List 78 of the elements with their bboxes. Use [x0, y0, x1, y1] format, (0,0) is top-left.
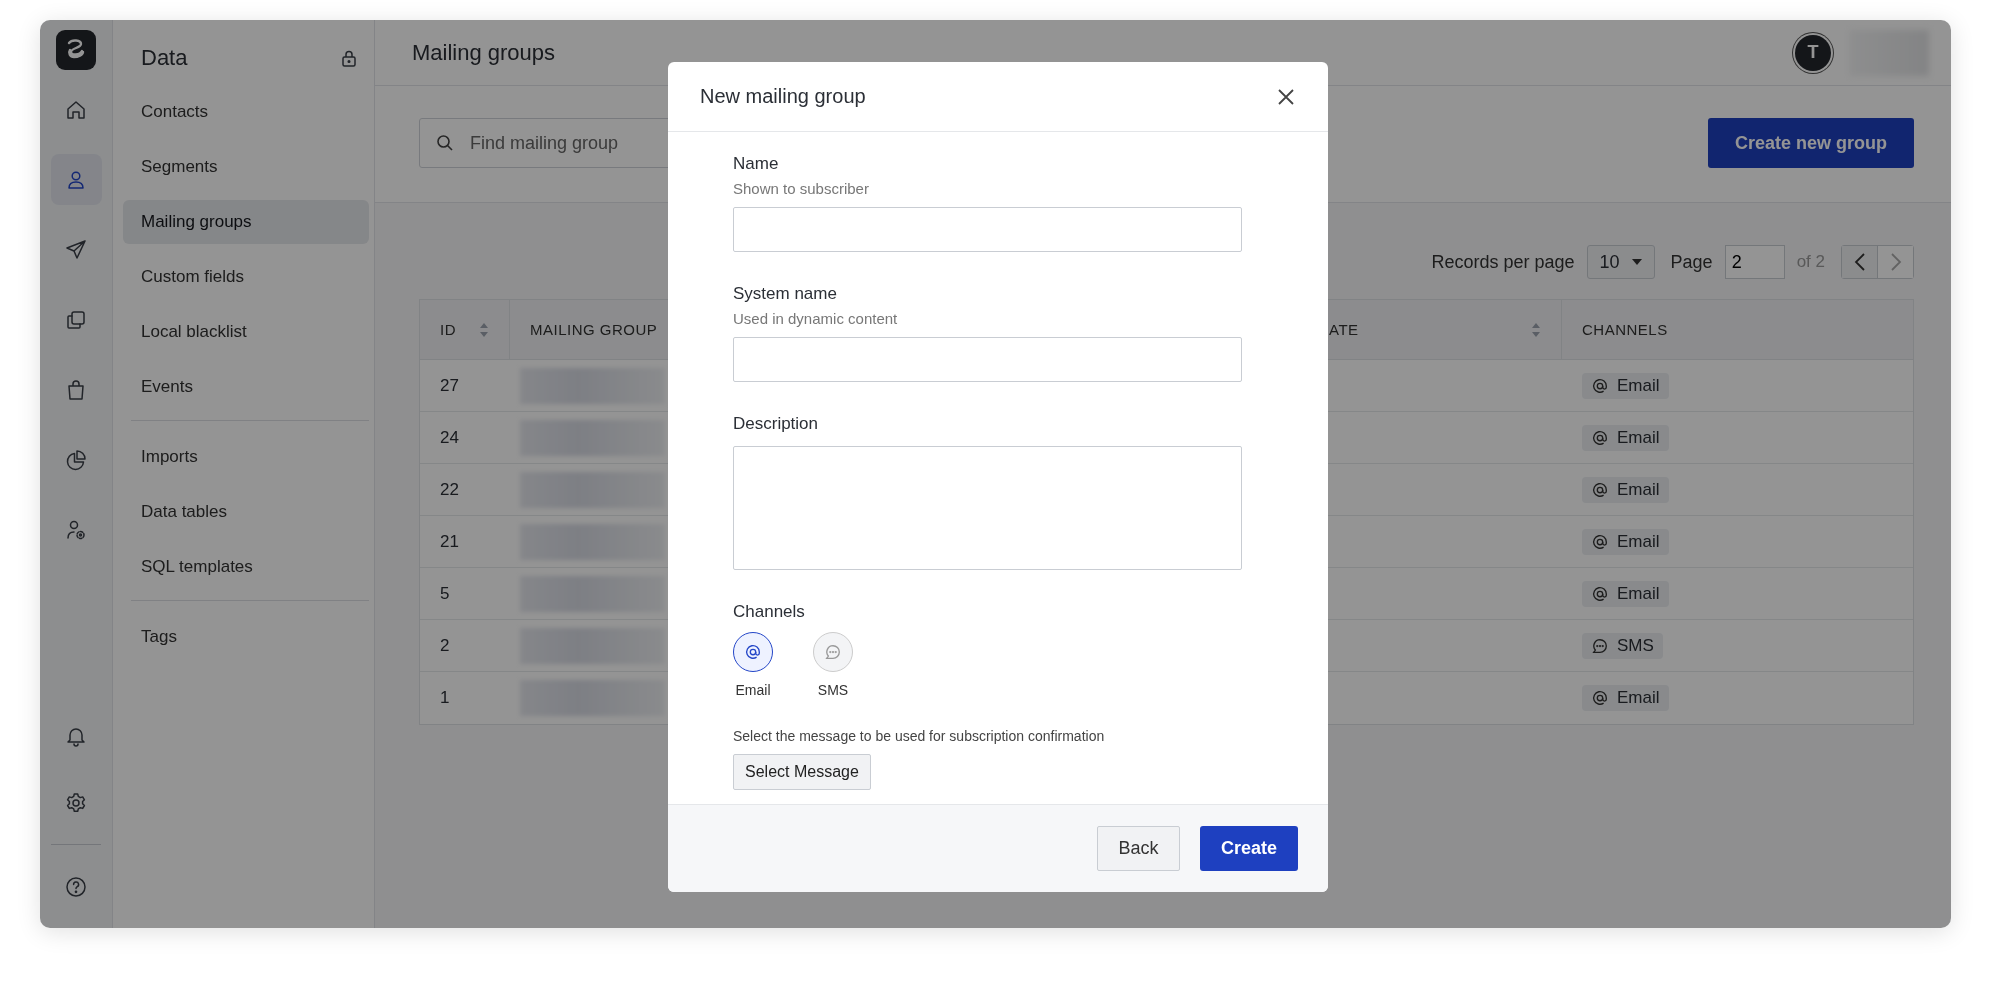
channel-option[interactable]: Email [733, 632, 773, 698]
sidebar-item[interactable]: Local blacklist [123, 310, 369, 354]
at-sign-icon [1591, 584, 1609, 603]
field-label: Channels [733, 602, 805, 622]
column-header[interactable]: CHANNELS [1562, 300, 1913, 360]
sidebar-item[interactable]: Events [123, 365, 369, 409]
field-label: Name [733, 154, 779, 174]
column-header[interactable]: ATE [1329, 300, 1562, 360]
channel-tag: Email [1582, 424, 1669, 451]
sidebar-item[interactable]: Imports [123, 435, 369, 479]
chevron-left-icon [1853, 252, 1866, 272]
avatar[interactable]: T [1795, 34, 1831, 71]
page-input[interactable]: 2 [1724, 245, 1785, 279]
at-sign-icon [1591, 689, 1609, 707]
field-hint: Used in dynamic content [733, 310, 898, 327]
id-cell: 5 [440, 583, 450, 604]
search-icon [435, 133, 455, 153]
sort-icon [1531, 322, 1541, 337]
logo-icon [56, 30, 96, 70]
channel-option[interactable]: SMS [813, 632, 853, 698]
lock-icon[interactable] [339, 48, 359, 68]
channel-tag: Email [1582, 372, 1669, 399]
sidebar-item[interactable]: Mailing groups [123, 200, 369, 244]
channel-toggle[interactable] [733, 632, 773, 672]
textarea-field[interactable] [733, 446, 1242, 570]
id-cell: 27 [440, 375, 459, 396]
sidebar-item[interactable]: SQL templates [123, 545, 369, 589]
create-button[interactable]: Create [1200, 826, 1298, 871]
input-field[interactable] [733, 207, 1242, 252]
at-sign-icon [1591, 480, 1609, 499]
chat-bubble-icon [824, 643, 842, 661]
previous-page-button[interactable] [1842, 246, 1877, 278]
at-sign-icon [1591, 532, 1609, 551]
channel-tag: SMS [1582, 632, 1663, 659]
id-cell: 24 [440, 427, 459, 448]
records-per-page-label: Records per page [1431, 251, 1575, 273]
channel-tag: Email [1582, 528, 1669, 555]
id-cell: 1 [440, 688, 450, 708]
settings-icon [64, 790, 88, 815]
input-field[interactable] [733, 337, 1242, 382]
page-title: Mailing groups [412, 39, 556, 66]
sidebar-item[interactable]: Segments [123, 145, 369, 189]
next-page-button[interactable] [1877, 246, 1913, 278]
at-sign-icon [744, 643, 762, 661]
id-cell: 21 [440, 531, 459, 552]
id-cell: 2 [440, 635, 450, 656]
caret-icon [1631, 259, 1642, 265]
send-icon [64, 237, 88, 262]
column-header[interactable]: ID [420, 300, 510, 360]
sort-icon [479, 322, 489, 337]
channel-tag: Email [1582, 685, 1669, 711]
column-header[interactable]: MAILING GROUP [510, 300, 669, 360]
per-page-select[interactable]: 10 [1586, 245, 1655, 279]
at-sign-icon [1591, 428, 1609, 447]
select-message-button[interactable]: Select Message [733, 754, 871, 790]
back-button[interactable]: Back [1097, 826, 1180, 871]
help-icon [64, 874, 88, 899]
confirmation-hint: Select the message to be used for subscription confirmation [733, 728, 1105, 744]
channel-tag: Email [1582, 476, 1669, 503]
sidebar-item[interactable]: Custom fields [123, 255, 369, 299]
field-hint: Shown to subscriber [733, 180, 869, 197]
close-icon[interactable] [1276, 86, 1296, 107]
field-label: Description [733, 414, 819, 434]
nav-item[interactable] [50, 154, 102, 205]
id-cell: 22 [440, 479, 459, 500]
field-label: System name [733, 284, 837, 304]
dialog-title: New mailing group [700, 85, 866, 108]
chat-bubble-icon [1591, 636, 1609, 655]
page-label: Page [1670, 251, 1713, 273]
at-sign-icon [1591, 376, 1609, 395]
sidebar-title: Data [141, 45, 188, 71]
sidebar-item[interactable]: Data tables [123, 490, 369, 534]
create-new-group-button[interactable]: Create new group [1707, 118, 1914, 168]
chevron-right-icon [1889, 252, 1902, 272]
sidebar-item[interactable]: Tags [123, 615, 369, 659]
sidebar-item[interactable]: Contacts [123, 90, 369, 134]
pie-icon [64, 447, 88, 472]
channel-tag: Email [1582, 580, 1669, 607]
